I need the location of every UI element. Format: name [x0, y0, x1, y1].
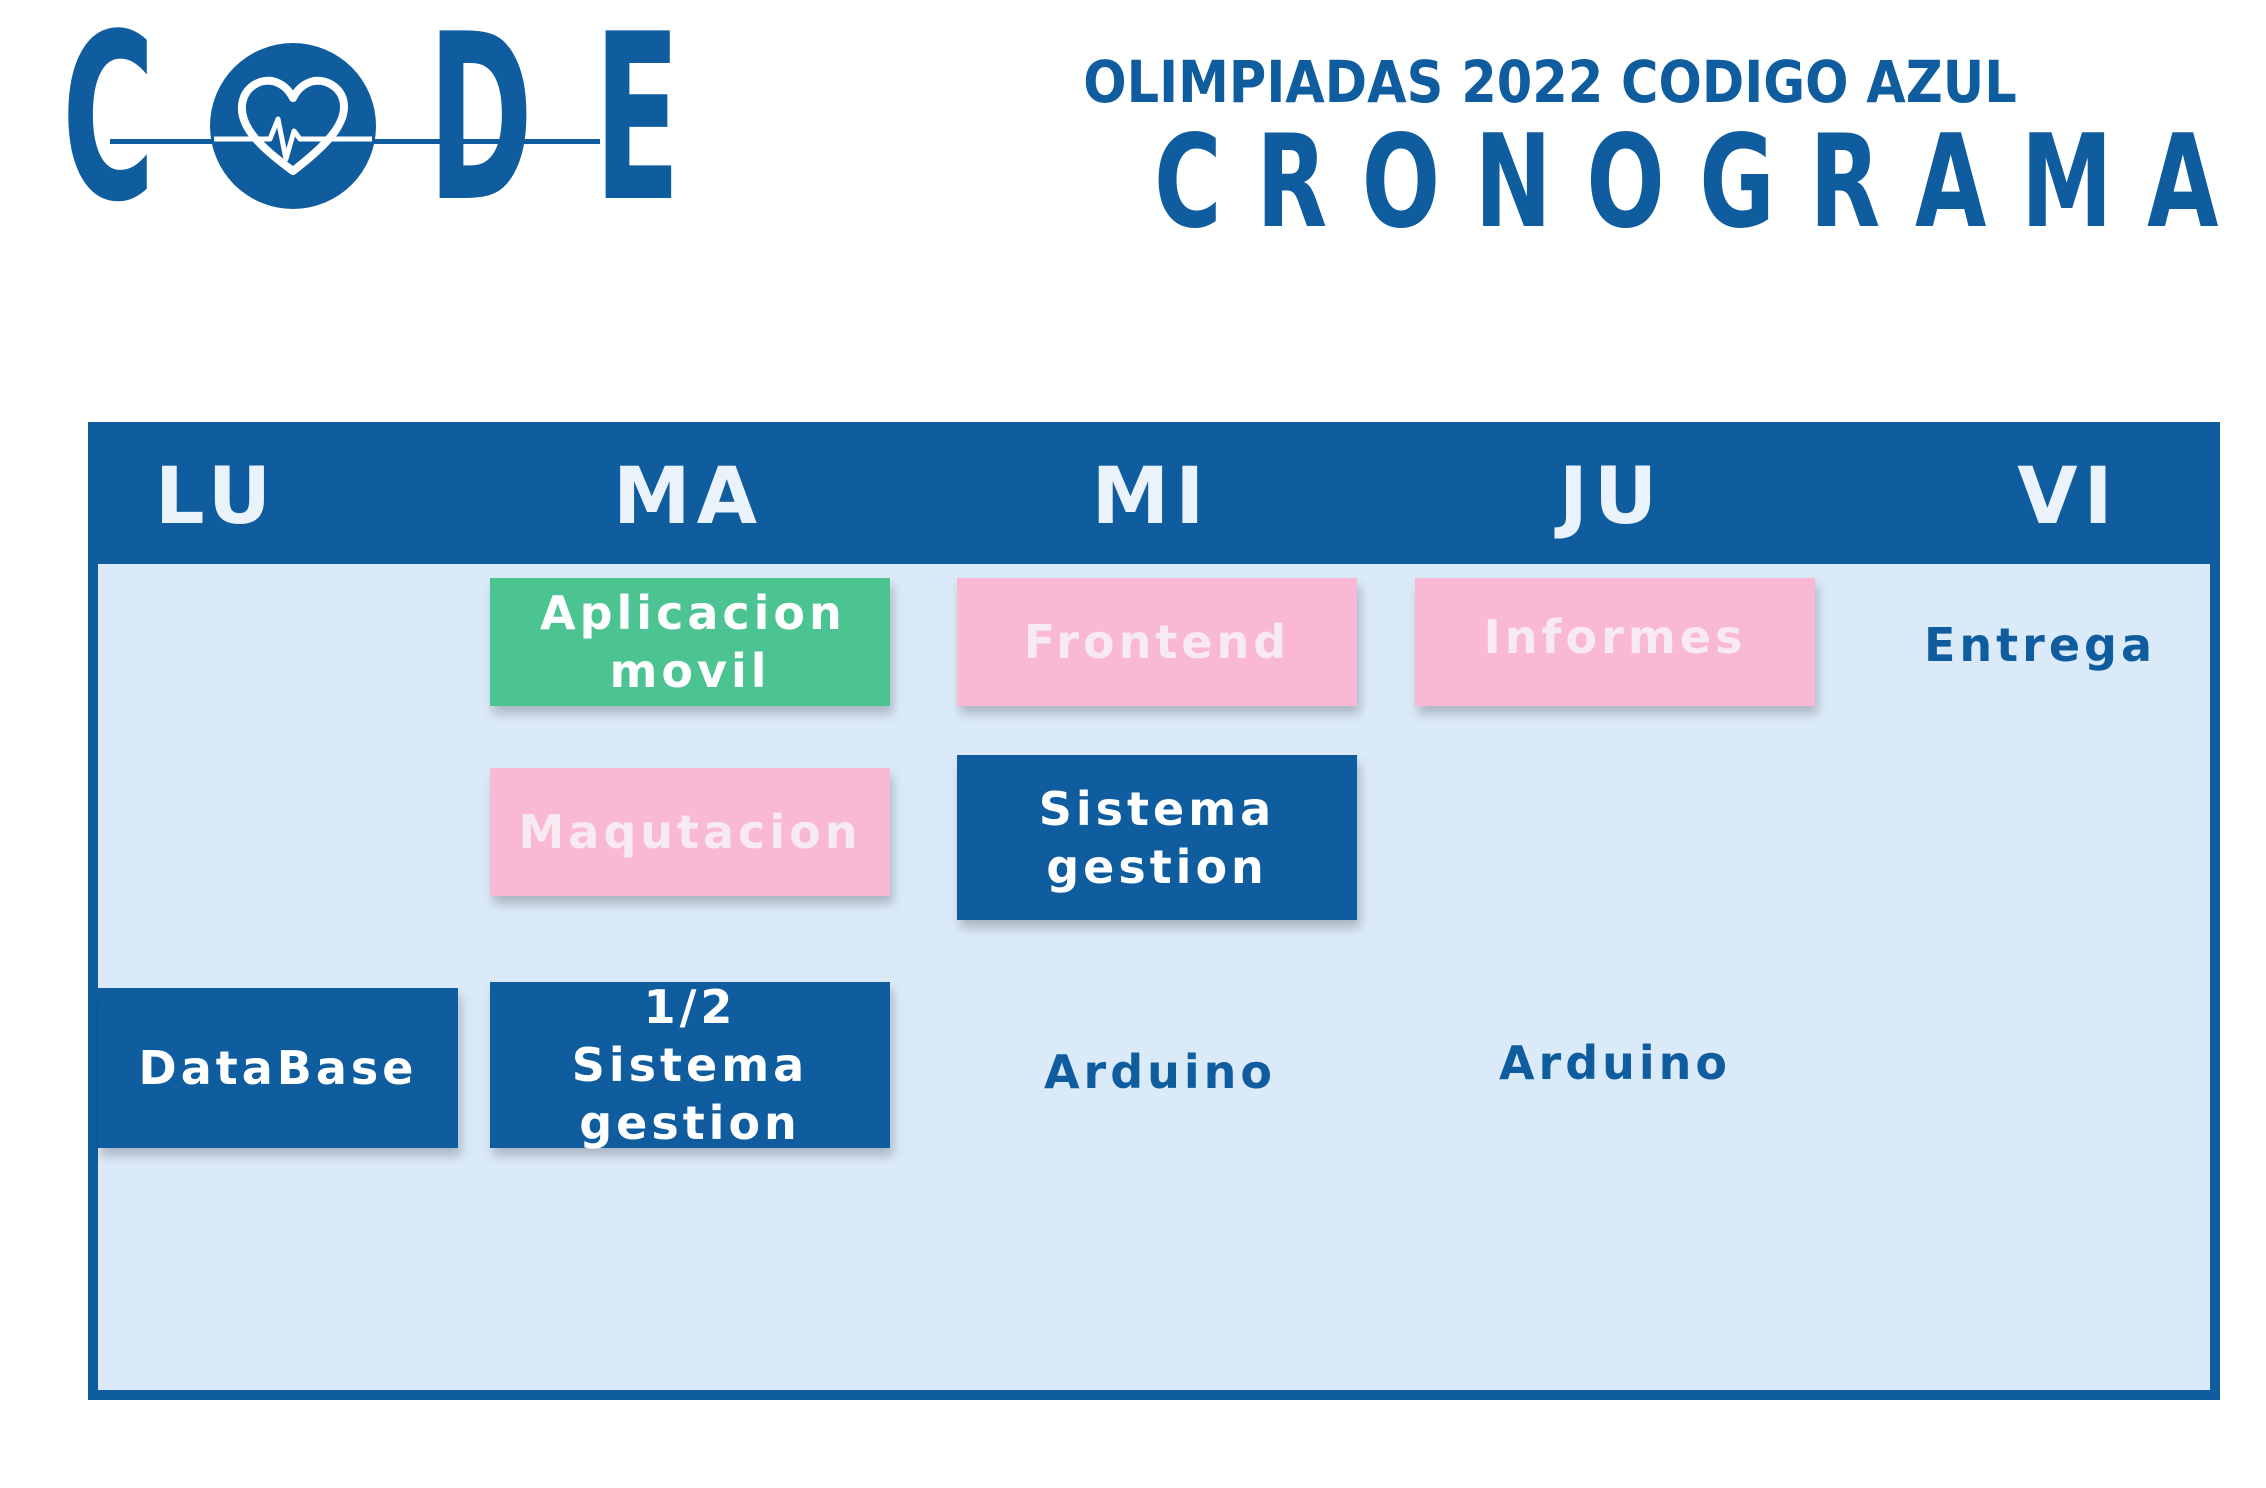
task-label-entrega: Entrega	[1923, 618, 2156, 672]
task-label-arduino-ju: Arduino	[1498, 1036, 1732, 1090]
heart-pulse-icon	[210, 43, 376, 209]
day-header-vi: VI	[2017, 452, 2119, 542]
task-card: Aplicacion movil	[490, 578, 890, 706]
logo-letter-e: E	[594, 0, 681, 253]
task-label: Sistema gestion	[1038, 781, 1276, 894]
task-label: Aplicacion movil	[540, 586, 846, 698]
task-card: 1/2 Sistema gestion	[490, 980, 890, 1150]
task-label: Frontend	[1023, 615, 1291, 669]
task-label: Informes	[1483, 610, 1747, 664]
logo-letter-d: D	[428, 0, 534, 253]
task-label-arduino-mi: Arduino	[1043, 1045, 1277, 1099]
day-header-mi: MI	[1091, 452, 1211, 542]
day-header-lu: LU	[154, 452, 278, 542]
page-subtitle: OLIMPIADAS 2022 CODIGO AZUL	[1083, 48, 2017, 116]
task-card: Sistema gestion	[957, 755, 1357, 920]
task-card: Maqutacion	[490, 768, 890, 896]
task-card: Frontend	[957, 578, 1357, 706]
task-card: Informes	[1415, 578, 1815, 706]
task-card: DataBase	[98, 988, 458, 1148]
task-label: 1/2 Sistema gestion	[571, 980, 809, 1150]
page-title: CRONOGRAMA	[1154, 108, 2253, 257]
logo-letter-c: C	[62, 0, 155, 253]
task-label: DataBase	[138, 1041, 418, 1095]
task-label: Maqutacion	[518, 805, 862, 859]
code-logo: C D E	[0, 0, 700, 253]
day-header-ju: JU	[1558, 452, 1664, 542]
day-header-ma: MA	[613, 452, 763, 542]
